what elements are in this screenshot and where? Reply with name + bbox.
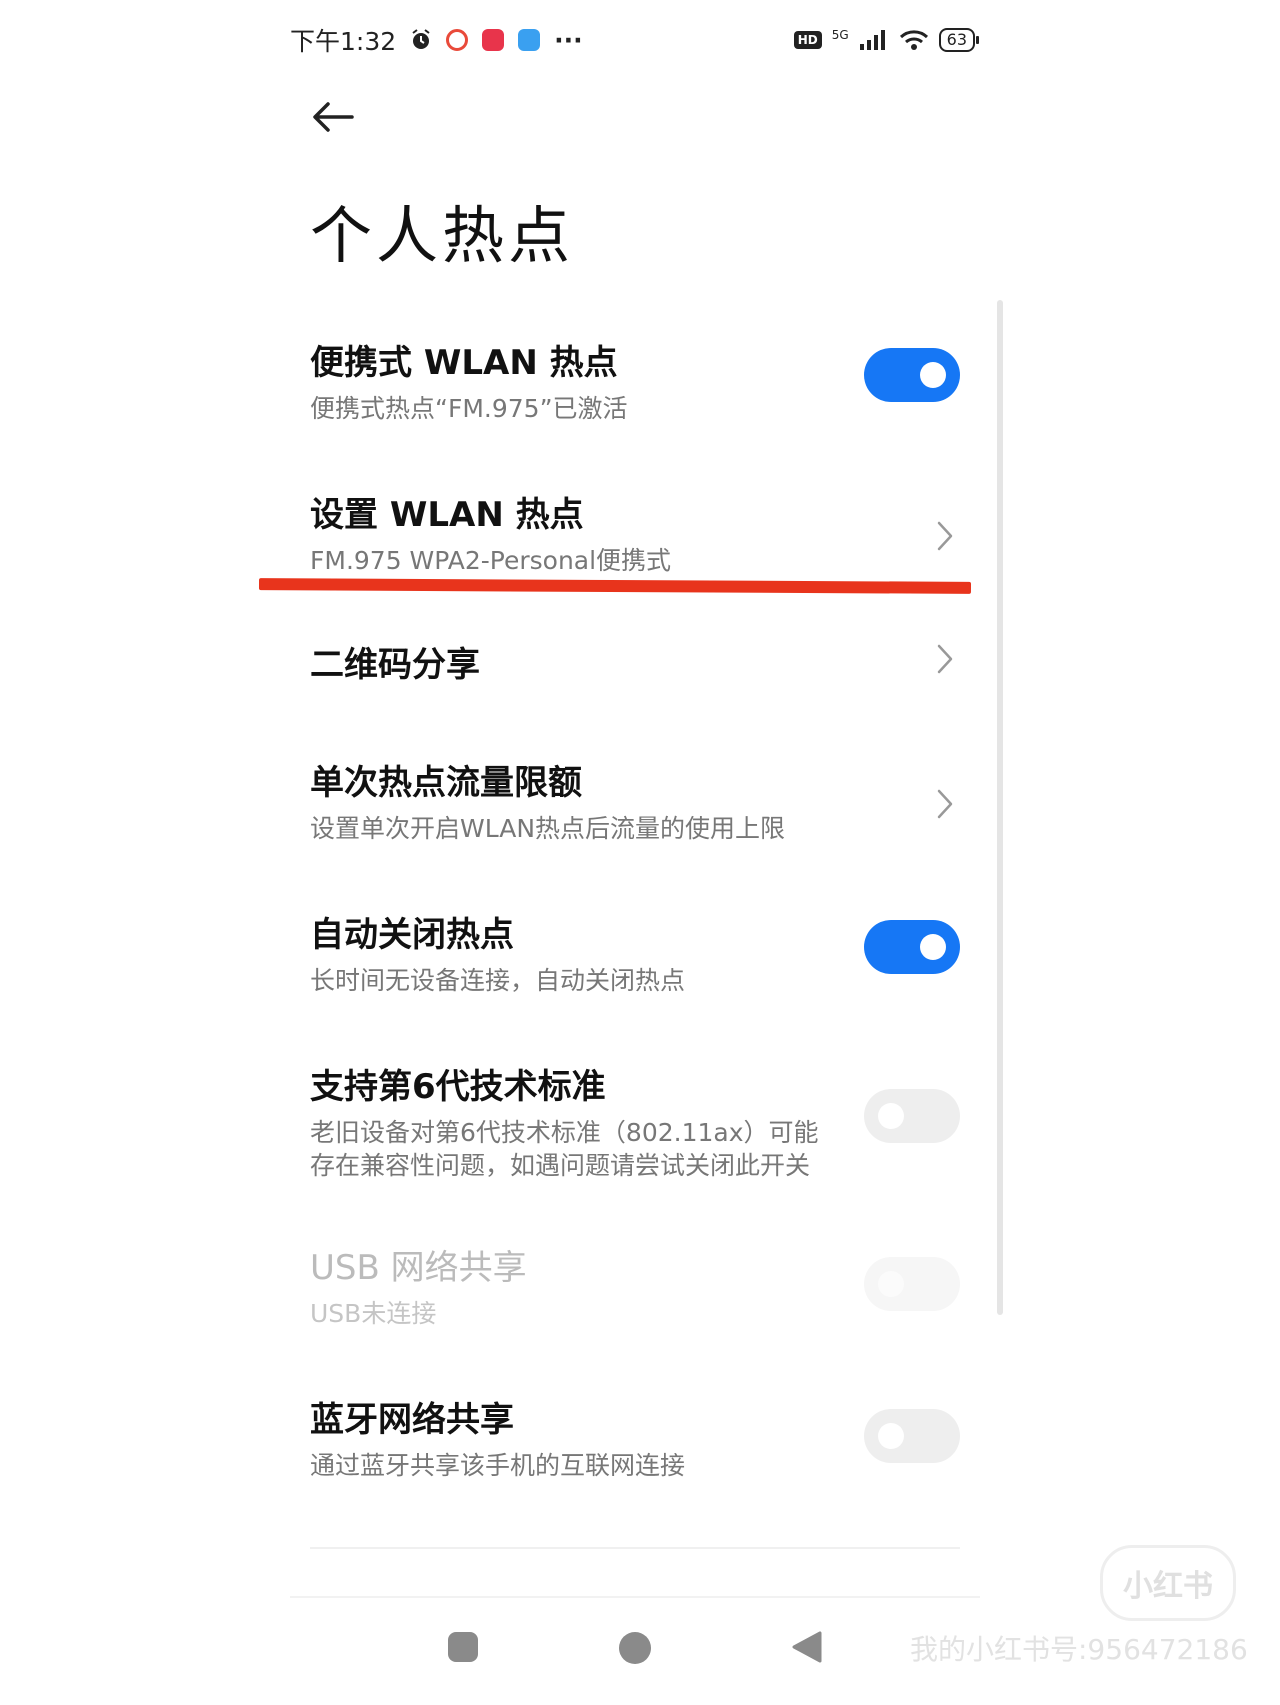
setting-subtitle: USB未连接 <box>310 1299 437 1328</box>
page-title: 个人热点 <box>310 199 575 272</box>
setting-title: 便携式 WLAN 热点 <box>310 343 618 383</box>
network-type: 5G <box>831 28 849 42</box>
back-button[interactable] <box>308 92 358 142</box>
bluetooth-tethering-toggle[interactable] <box>864 1409 960 1463</box>
setting-wifi6[interactable]: 支持第6代技术标准 老旧设备对第6代技术标准（802.11ax）可能 存在兼容性… <box>310 1059 960 1182</box>
setting-auto-off[interactable]: 自动关闭热点 长时间无设备连接，自动关闭热点 <box>310 907 960 997</box>
setting-subtitle: 长时间无设备连接，自动关闭热点 <box>310 966 686 995</box>
divider <box>310 1547 960 1549</box>
triangle-back-icon[interactable] <box>790 1630 824 1664</box>
usb-tethering-toggle <box>864 1257 960 1311</box>
setting-title: 支持第6代技术标准 <box>310 1067 606 1107</box>
chevron-right-icon <box>937 789 953 819</box>
app-red-badge-icon <box>482 29 505 51</box>
setting-title: 设置 WLAN 热点 <box>310 495 584 535</box>
divider <box>290 1596 980 1598</box>
auto-off-toggle[interactable] <box>864 920 960 974</box>
setting-bluetooth-tethering[interactable]: 蓝牙网络共享 通过蓝牙共享该手机的互联网连接 <box>310 1392 960 1482</box>
status-bar: 下午1:32 ··· HD 5G 63 <box>290 18 980 62</box>
watermark-logo: 小红书 <box>1100 1545 1236 1621</box>
signal-icon <box>859 30 885 50</box>
watermark-id: 我的小红书号:956472186 <box>910 1633 1248 1666</box>
clock: 下午1:32 <box>290 27 397 56</box>
setting-title: USB 网络共享 <box>310 1248 527 1288</box>
scrollbar[interactable] <box>997 300 1003 1315</box>
setting-subtitle: 设置单次开启WLAN热点后流量的使用上限 <box>310 814 786 843</box>
annotation-underline <box>258 578 972 594</box>
setting-title: 二维码分享 <box>310 645 480 685</box>
app-red-ring-icon <box>446 29 469 51</box>
setting-subtitle: 便携式热点“FM.975”已激活 <box>310 394 628 423</box>
chevron-right-icon <box>937 644 953 674</box>
setting-subtitle: 通过蓝牙共享该手机的互联网连接 <box>310 1451 686 1480</box>
chevron-right-icon <box>937 521 953 551</box>
setting-usb-tethering: USB 网络共享 USB未连接 <box>310 1240 960 1330</box>
portable-hotspot-toggle[interactable] <box>864 348 960 402</box>
wifi-icon <box>899 30 928 50</box>
setting-configure-hotspot[interactable]: 设置 WLAN 热点 FM.975 WPA2-Personal便携式 <box>310 487 960 577</box>
setting-title: 单次热点流量限额 <box>310 763 582 803</box>
setting-data-limit[interactable]: 单次热点流量限额 设置单次开启WLAN热点后流量的使用上限 <box>310 755 960 845</box>
setting-subtitle: FM.975 WPA2-Personal便携式 <box>310 546 672 575</box>
battery-icon: 63 <box>938 28 980 52</box>
setting-portable-hotspot[interactable]: 便携式 WLAN 热点 便携式热点“FM.975”已激活 <box>310 335 960 425</box>
setting-subtitle-line-2: 存在兼容性问题，如遇问题请尝试关闭此开关 <box>310 1151 811 1180</box>
wifi6-toggle[interactable] <box>864 1089 960 1143</box>
setting-qr-share[interactable]: 二维码分享 <box>310 637 960 686</box>
arrow-left-icon <box>313 102 354 132</box>
setting-title: 自动关闭热点 <box>310 915 514 955</box>
square-icon[interactable] <box>446 1630 480 1664</box>
circle-icon[interactable] <box>617 1630 653 1666</box>
setting-subtitle-line-1: 老旧设备对第6代技术标准（802.11ax）可能 <box>310 1118 819 1147</box>
setting-title: 蓝牙网络共享 <box>310 1400 514 1440</box>
more-notifications-icon: ··· <box>554 25 583 55</box>
hd-badge: HD <box>793 31 822 49</box>
alarm-icon <box>412 29 430 49</box>
app-blue-icon <box>518 29 541 51</box>
